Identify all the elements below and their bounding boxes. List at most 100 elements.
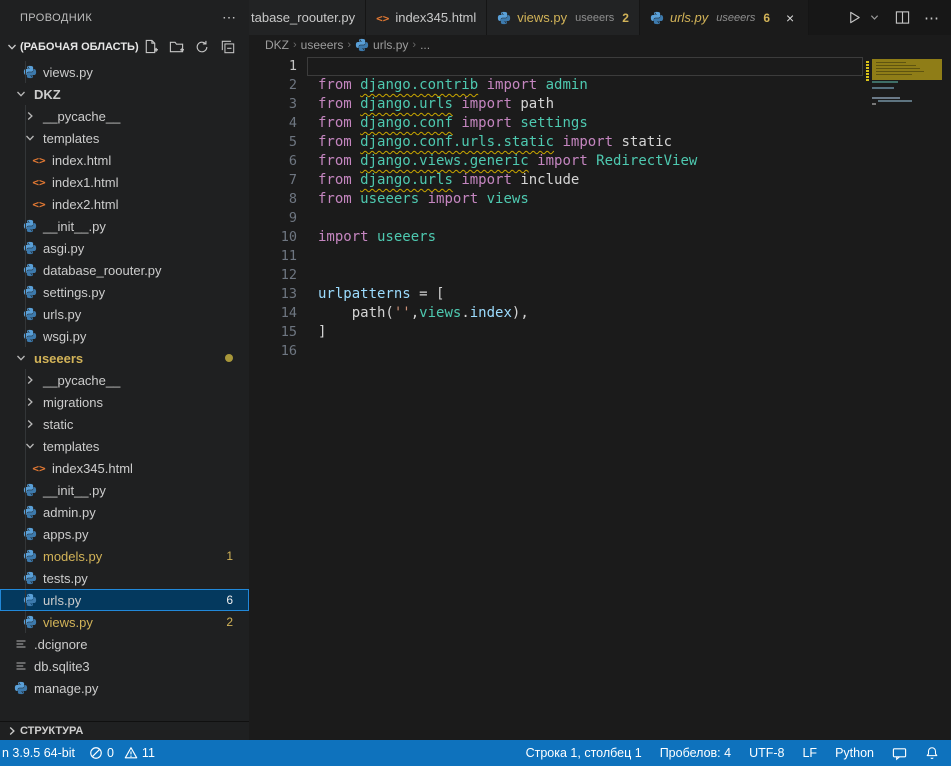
tree-item-useeers[interactable]: useeers — [0, 347, 249, 369]
tree-item-migrations[interactable]: migrations — [0, 391, 249, 413]
code-line-7[interactable]: 7from django.urls import include — [249, 171, 951, 190]
tree-item--dcignore[interactable]: .dcignore — [0, 633, 249, 655]
file-list-icon — [13, 636, 29, 652]
line-content: from django.contrib import admin — [297, 76, 588, 95]
tree-item-label: index345.html — [52, 461, 133, 476]
breadcrumb-item-urls-py[interactable]: urls.py — [355, 38, 408, 52]
breadcrumb-label: useeers — [301, 38, 344, 52]
new-folder-icon[interactable] — [167, 38, 185, 56]
tree-item-index-html[interactable]: <>index.html — [0, 149, 249, 171]
minimap[interactable] — [866, 57, 948, 177]
tree-item-tests-py[interactable]: tests.py — [0, 567, 249, 589]
indent-guide — [25, 281, 26, 303]
tree-item-settings-py[interactable]: settings.py — [0, 281, 249, 303]
tab-label: index345.html — [395, 10, 476, 25]
code-line-12[interactable]: 12 — [249, 266, 951, 285]
code-line-4[interactable]: 4from django.conf import settings — [249, 114, 951, 133]
tab-label: tabase_roouter.py — [251, 10, 355, 25]
tree-item-urls-py[interactable]: urls.py6 — [0, 589, 249, 611]
tree-item-templates[interactable]: templates — [0, 435, 249, 457]
tree-item--pycache-[interactable]: __pycache__ — [0, 369, 249, 391]
code-line-5[interactable]: 5from django.conf.urls.static import sta… — [249, 133, 951, 152]
code-line-9[interactable]: 9 — [249, 209, 951, 228]
tree-item-static[interactable]: static — [0, 413, 249, 435]
tree-item-index345-html[interactable]: <>index345.html — [0, 457, 249, 479]
indent-guide — [25, 479, 26, 501]
run-dropdown-chevron-icon[interactable] — [868, 6, 881, 30]
feedback-icon[interactable] — [892, 746, 907, 761]
explorer-more-icon[interactable]: ⋯ — [222, 9, 237, 26]
code-line-11[interactable]: 11 — [249, 247, 951, 266]
tab-index345-html[interactable]: <>index345.html — [366, 0, 487, 35]
editor-more-actions-icon[interactable]: ⋯ — [922, 6, 941, 30]
breadcrumb-label: DKZ — [265, 38, 289, 52]
split-editor-button[interactable] — [893, 6, 912, 30]
outline-section-header[interactable]: СТРУКТУРА — [0, 721, 249, 740]
tree-item-models-py[interactable]: models.py1 — [0, 545, 249, 567]
tree-item-manage-py[interactable]: manage.py — [0, 677, 249, 699]
minimap-mark — [876, 74, 912, 75]
cursor-position[interactable]: Строка 1, столбец 1 — [526, 746, 642, 760]
tree-item--init-py[interactable]: __init__.py — [0, 479, 249, 501]
tab-label: views.py — [517, 10, 567, 25]
new-file-icon[interactable] — [141, 38, 159, 56]
code-line-1[interactable]: 1 — [249, 57, 951, 76]
tree-item-label: settings.py — [43, 285, 105, 300]
tab-views-py[interactable]: views.pyuseeers2 — [487, 0, 640, 35]
minimap-mark — [876, 71, 924, 72]
close-icon[interactable]: × — [782, 10, 798, 26]
tree-item-templates[interactable]: templates — [0, 127, 249, 149]
workspace-section-header[interactable]: (РАБОЧАЯ ОБЛАСТЬ) ... — [0, 35, 249, 58]
eol-setting[interactable]: LF — [802, 746, 817, 760]
code-line-13[interactable]: 13urlpatterns = [ — [249, 285, 951, 304]
line-content — [297, 342, 318, 361]
code-line-15[interactable]: 15] — [249, 323, 951, 342]
tree-item-apps-py[interactable]: apps.py — [0, 523, 249, 545]
tree-item-views-py[interactable]: views.py2 — [0, 611, 249, 633]
html-icon: <> — [31, 152, 47, 168]
tree-item-urls-py[interactable]: urls.py — [0, 303, 249, 325]
tree-item-index1-html[interactable]: <>index1.html — [0, 171, 249, 193]
encoding-setting[interactable]: UTF-8 — [749, 746, 784, 760]
code-line-2[interactable]: 2from django.contrib import admin — [249, 76, 951, 95]
code-line-10[interactable]: 10import useeers — [249, 228, 951, 247]
tree-item-database-roouter-py[interactable]: database_roouter.py — [0, 259, 249, 281]
line-number: 5 — [249, 133, 297, 152]
language-mode[interactable]: Python — [835, 746, 874, 760]
breadcrumb-item--[interactable]: ... — [420, 38, 430, 52]
indent-guide — [25, 303, 26, 325]
tree-item-dkz[interactable]: DKZ — [0, 83, 249, 105]
indentation-setting[interactable]: Пробелов: 4 — [660, 746, 731, 760]
problems-status[interactable]: 0 11 — [89, 746, 155, 760]
tree-item-label: __init__.py — [43, 483, 106, 498]
code-editor[interactable]: 12from django.contrib import admin3from … — [249, 55, 951, 740]
code-line-3[interactable]: 3from django.urls import path — [249, 95, 951, 114]
collapse-all-icon[interactable] — [219, 38, 237, 56]
tree-item-db-sqlite3[interactable]: db.sqlite3 — [0, 655, 249, 677]
minimap-mark — [872, 103, 876, 105]
tree-item-admin-py[interactable]: admin.py — [0, 501, 249, 523]
tab-problems-badge: 6 — [763, 11, 770, 25]
code-line-6[interactable]: 6from django.views.generic import Redire… — [249, 152, 951, 171]
tree-item-views-py[interactable]: views.py — [0, 61, 249, 83]
run-python-file-button[interactable] — [845, 6, 864, 30]
tab-urls-py[interactable]: urls.pyuseeers6× — [640, 0, 809, 35]
minimap-mark — [866, 73, 869, 75]
code-line-8[interactable]: 8from useeers import views — [249, 190, 951, 209]
code-line-14[interactable]: 14 path('',views.index), — [249, 304, 951, 323]
breadcrumb-item-dkz[interactable]: DKZ — [265, 38, 289, 52]
tree-item--pycache-[interactable]: __pycache__ — [0, 105, 249, 127]
tree-item-index2-html[interactable]: <>index2.html — [0, 193, 249, 215]
refresh-icon[interactable] — [193, 38, 211, 56]
indent-guide — [25, 545, 26, 567]
tab-tabase-roouter-py[interactable]: tabase_roouter.py — [249, 0, 366, 35]
chevron-down-icon — [13, 86, 29, 102]
tree-item--init-py[interactable]: __init__.py — [0, 215, 249, 237]
python-interpreter-version[interactable]: n 3.9.5 64-bit — [2, 746, 75, 760]
indent-guide — [25, 171, 26, 193]
tree-item-wsgi-py[interactable]: wsgi.py — [0, 325, 249, 347]
breadcrumb-item-useeers[interactable]: useeers — [301, 38, 344, 52]
tree-item-asgi-py[interactable]: asgi.py — [0, 237, 249, 259]
notifications-bell-icon[interactable] — [925, 746, 939, 760]
code-line-16[interactable]: 16 — [249, 342, 951, 361]
